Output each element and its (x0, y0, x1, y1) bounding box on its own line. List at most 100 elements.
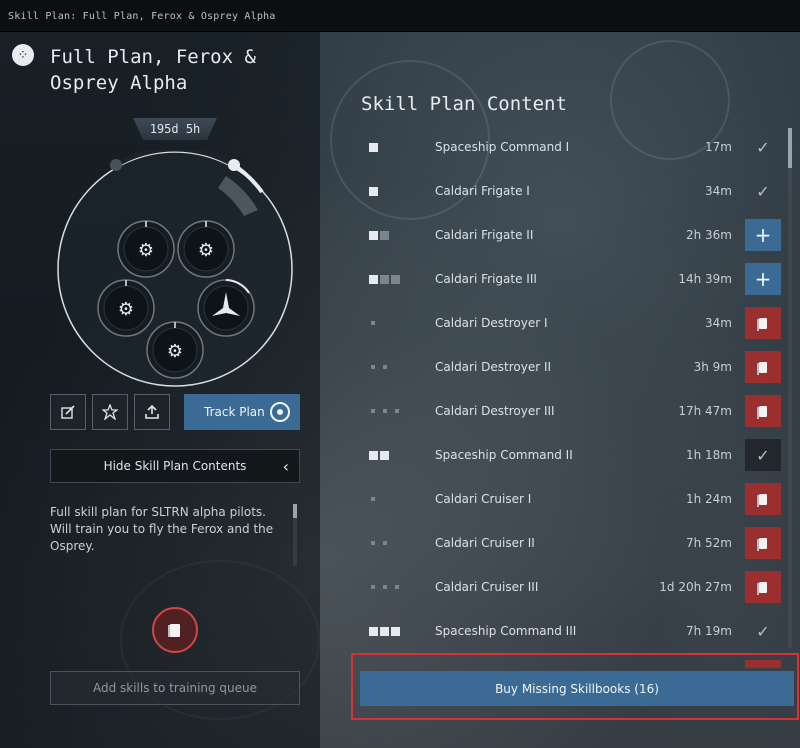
skill-name: Caldari Frigate III (435, 272, 537, 286)
buy-skillbook-button[interactable] (745, 527, 781, 559)
edit-button[interactable] (50, 394, 86, 430)
skill-level-indicator (369, 583, 402, 591)
skillbook-icon (757, 493, 767, 507)
skill-name: Caldari Destroyer III (435, 404, 555, 418)
skill-node-icon: ⚙ (167, 341, 183, 362)
skill-level-indicator (369, 187, 378, 196)
skill-train-time: 1d 20h 27m (659, 580, 732, 594)
buy-skillbook-button[interactable] (745, 351, 781, 383)
skill-trained-check-icon: ✓ (756, 621, 770, 641)
skill-row[interactable]: Spaceship Command I 17m ✓ (355, 125, 785, 169)
skill-train-time: 7h 52m (685, 536, 732, 550)
skill-train-time: 2h 36m (685, 228, 732, 242)
skillbook-icon (757, 537, 767, 551)
ship-node[interactable]: ⚙ (117, 220, 175, 278)
skill-row[interactable]: Caldari Cruiser I 1h 24m (355, 477, 785, 521)
skill-train-time: 14h 39m (678, 272, 732, 286)
skill-list-scrollbar[interactable] (788, 128, 792, 648)
skill-train-time: 1h 18m (685, 448, 732, 462)
buy-missing-skillbooks-label: Buy Missing Skillbooks (16) (495, 681, 659, 696)
skill-name: Spaceship Command II (435, 448, 573, 462)
edit-icon (61, 405, 75, 419)
skill-plan-icon: ⁘ (12, 44, 34, 66)
skill-train-time: 3h 9m (693, 360, 732, 374)
ship-node[interactable] (197, 279, 255, 337)
skillbook-icon (757, 317, 767, 331)
skill-trained-check-icon: ✓ (745, 439, 781, 471)
skill-row[interactable]: Spaceship Command III 7h 19m ✓ (355, 609, 785, 650)
skill-node-icon: ⚙ (118, 299, 134, 320)
skill-row[interactable]: Caldari Cruiser III 1d 20h 27m (355, 565, 785, 609)
skill-row[interactable]: Caldari Destroyer II 3h 9m (355, 345, 785, 389)
plan-title: Full Plan, Ferox & Osprey Alpha (50, 46, 256, 94)
buy-skillbooks-round-button[interactable] (152, 607, 198, 653)
skill-level-indicator (369, 363, 390, 371)
skill-row[interactable]: Caldari Destroyer III 17h 47m (355, 389, 785, 433)
skill-plan-window: Skill Plan: Full Plan, Ferox & Osprey Al… (0, 0, 800, 748)
add-skill-plus-button[interactable]: + (745, 263, 781, 295)
skill-list: Spaceship Command I 17m ✓ Caldari Frigat… (355, 125, 785, 650)
skill-row[interactable]: Caldari Cruiser II 7h 52m (355, 521, 785, 565)
skill-row[interactable]: Spaceship Command II 1h 18m ✓ (355, 433, 785, 477)
skill-level-indicator (369, 275, 400, 284)
description-scrollbar[interactable] (293, 504, 297, 566)
add-to-training-queue-label: Add skills to training queue (92, 681, 258, 695)
add-skill-plus-button[interactable]: + (745, 219, 781, 251)
share-button[interactable] (92, 394, 128, 430)
skill-level-indicator (369, 539, 390, 547)
track-plan-button[interactable]: Track Plan (184, 394, 300, 430)
skill-plan-content-title: Skill Plan Content (361, 93, 567, 115)
hide-plan-contents-button[interactable]: Hide Skill Plan Contents ‹ (50, 449, 300, 483)
chevron-left-icon: ‹ (282, 457, 289, 476)
skill-name: Spaceship Command III (435, 624, 577, 638)
skill-train-time: 1h 24m (685, 492, 732, 506)
skill-row[interactable]: Caldari Frigate II 2h 36m + (355, 213, 785, 257)
target-icon (270, 402, 290, 422)
skill-level-indicator (369, 495, 378, 503)
track-plan-label: Track Plan (204, 405, 265, 419)
skill-level-indicator (369, 319, 378, 327)
skill-level-indicator (369, 143, 378, 152)
export-icon (145, 405, 159, 419)
skill-plan-ring: ⚙ ⚙ ⚙ ⚙ (56, 146, 294, 388)
window-title: Skill Plan: Full Plan, Ferox & Osprey Al… (8, 11, 276, 22)
skill-train-time: 34m (705, 316, 732, 330)
ship-node[interactable]: ⚙ (97, 279, 155, 337)
skill-name: Caldari Destroyer I (435, 316, 548, 330)
skillbook-icon (757, 361, 767, 375)
buy-missing-skillbooks-button[interactable]: Buy Missing Skillbooks (16) (360, 671, 794, 706)
hide-plan-contents-label: Hide Skill Plan Contents (103, 459, 247, 473)
skill-name: Caldari Cruiser III (435, 580, 539, 594)
skill-level-indicator (369, 407, 402, 415)
skill-node-icon: ⚙ (138, 240, 154, 261)
buy-skillbook-button[interactable] (745, 571, 781, 603)
skill-name: Caldari Frigate II (435, 228, 534, 242)
skill-name: Caldari Destroyer II (435, 360, 552, 374)
skill-train-time: 17h 47m (678, 404, 732, 418)
skillbook-icon (168, 623, 180, 637)
skillbook-icon (757, 405, 767, 419)
buy-skillbook-button[interactable] (745, 307, 781, 339)
skill-trained-check-icon: ✓ (756, 181, 770, 201)
title-bar[interactable]: Skill Plan: Full Plan, Ferox & Osprey Al… (0, 0, 800, 32)
skill-level-indicator (369, 627, 400, 636)
ship-node[interactable]: ⚙ (146, 321, 204, 379)
skill-train-time: 17m (705, 140, 732, 154)
ship-node[interactable]: ⚙ (177, 220, 235, 278)
export-button[interactable] (134, 394, 170, 430)
skill-name: Caldari Cruiser I (435, 492, 532, 506)
skill-name: Caldari Cruiser II (435, 536, 535, 550)
skill-row[interactable]: Caldari Destroyer I 34m (355, 301, 785, 345)
skill-trained-check-icon: ✓ (756, 137, 770, 157)
add-to-training-queue-button[interactable]: Add skills to training queue (50, 671, 300, 705)
ring-start-knob (110, 159, 122, 171)
skill-row[interactable]: Caldari Frigate III 14h 39m + (355, 257, 785, 301)
skillbook-icon (757, 581, 767, 595)
share-icon (102, 404, 118, 420)
skill-train-time: 7h 19m (685, 624, 732, 638)
skill-level-indicator (369, 451, 389, 460)
buy-skillbook-button[interactable] (745, 483, 781, 515)
skill-name: Caldari Frigate I (435, 184, 530, 198)
buy-skillbook-button[interactable] (745, 395, 781, 427)
skill-row[interactable]: Caldari Frigate I 34m ✓ (355, 169, 785, 213)
